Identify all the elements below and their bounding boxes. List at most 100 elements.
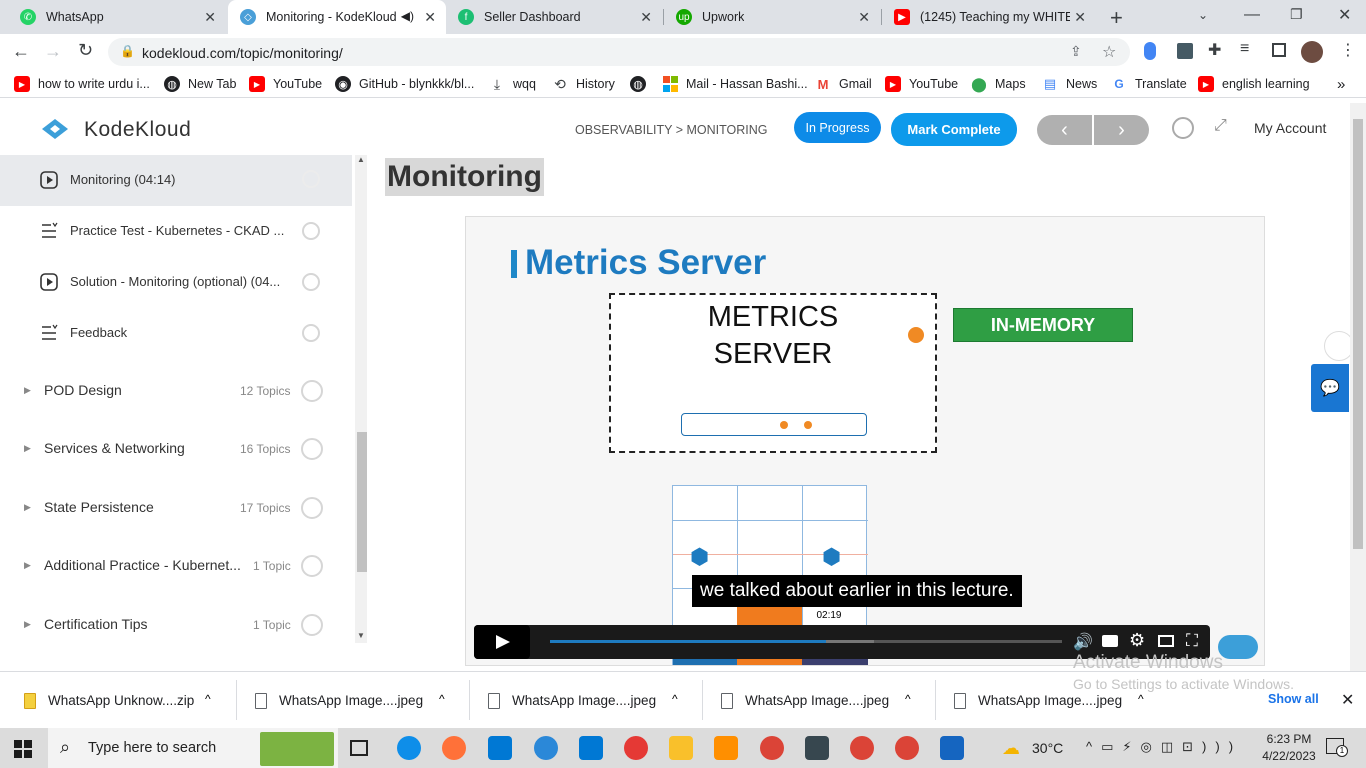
speaker-icon[interactable]: ◀) xyxy=(401,9,414,23)
lesson-status-circle[interactable] xyxy=(302,273,320,291)
lesson-item-active[interactable]: Monitoring (04:14) xyxy=(0,155,352,206)
expand-caret-icon[interactable]: ▶ xyxy=(24,619,31,630)
close-tab-icon[interactable]: ✕ xyxy=(204,9,216,26)
restore-icon[interactable]: ❐ xyxy=(1290,6,1303,23)
download-options-icon[interactable]: ^ xyxy=(905,692,911,706)
bookmark-item[interactable]: ▶ YouTube xyxy=(249,76,322,92)
windows-start-icon[interactable] xyxy=(14,740,32,758)
close-tab-icon[interactable]: ✕ xyxy=(424,9,436,26)
download-item[interactable]: WhatsApp Image....jpeg xyxy=(954,672,1122,729)
expand-caret-icon[interactable]: ▶ xyxy=(24,385,31,396)
bookmark-item[interactable]: ▶ english learning xyxy=(1198,76,1310,92)
profile-avatar[interactable] xyxy=(1301,41,1323,63)
forward-icon[interactable]: → xyxy=(44,41,62,62)
close-window-icon[interactable]: ✕ xyxy=(1338,5,1351,25)
download-item[interactable]: WhatsApp Image....jpeg xyxy=(255,672,423,729)
lesson-item[interactable]: Solution - Monitoring (optional) (04... xyxy=(0,257,352,308)
address-bar[interactable]: 🔒 kodekloud.com/topic/monitoring/ ⇪ ☆ xyxy=(108,38,1130,66)
sidebar-scrollbar-thumb[interactable] xyxy=(357,432,367,572)
download-options-icon[interactable]: ^ xyxy=(672,692,678,706)
tab-seller-dashboard[interactable]: f Seller Dashboard ✕ xyxy=(446,0,662,34)
fullscreen-icon[interactable]: ⤢ xyxy=(1214,117,1227,135)
close-tab-icon[interactable]: ✕ xyxy=(858,9,870,26)
scroll-down-icon[interactable]: ▼ xyxy=(357,631,365,640)
notification-icon[interactable]: 1 xyxy=(1326,738,1348,757)
play-button[interactable] xyxy=(474,625,530,659)
mail-icon[interactable] xyxy=(579,736,603,760)
captions-icon[interactable] xyxy=(1102,635,1118,647)
close-tab-icon[interactable]: ✕ xyxy=(1074,9,1086,26)
page-scrollbar-thumb[interactable] xyxy=(1353,119,1363,549)
expand-caret-icon[interactable]: ▶ xyxy=(24,502,31,513)
reload-icon[interactable]: ↻ xyxy=(78,40,93,61)
app-swirl-icon[interactable] xyxy=(624,736,648,760)
bookmark-item[interactable]: ▶ how to write urdu i... xyxy=(14,76,150,92)
system-tray-icons[interactable]: ^▭⚡◎◫⊡))) xyxy=(1086,739,1242,755)
section-status-circle[interactable] xyxy=(301,380,323,402)
lesson-item[interactable]: Practice Test - Kubernetes - CKAD ... xyxy=(0,206,352,257)
section-status-circle[interactable] xyxy=(301,614,323,636)
show-all-downloads-button[interactable]: Show all xyxy=(1268,692,1319,706)
taskbar-search-box[interactable]: ⌕ Type here to search xyxy=(48,728,338,768)
tab-whatsapp[interactable]: ✆ WhatsApp ✕ xyxy=(8,0,226,34)
bookmark-item[interactable]: ▤ News xyxy=(1042,76,1097,92)
progress-track[interactable] xyxy=(550,640,1062,643)
bookmark-item[interactable]: G Translate xyxy=(1111,76,1186,92)
bookmark-item[interactable]: Mail - Hassan Bashi... xyxy=(662,76,808,92)
edge-icon[interactable] xyxy=(397,736,421,760)
tab-youtube[interactable]: ▶ (1245) Teaching my WHITE fr ✕ xyxy=(882,0,1096,34)
chrome-icon[interactable] xyxy=(760,736,784,760)
fullscreen-video-icon[interactable]: ⛶ xyxy=(1186,631,1198,651)
back-icon[interactable]: ← xyxy=(12,41,30,62)
section-status-circle[interactable] xyxy=(301,497,323,519)
obs-icon[interactable] xyxy=(805,736,829,760)
page-scrollbar[interactable] xyxy=(1350,103,1366,671)
share-icon[interactable]: ⇪ xyxy=(1070,43,1082,60)
temperature[interactable]: 30°C xyxy=(1032,740,1063,756)
lesson-status-circle[interactable] xyxy=(302,222,320,240)
close-downloads-icon[interactable]: ✕ xyxy=(1341,690,1354,710)
download-options-icon[interactable]: ^ xyxy=(439,692,445,706)
expand-caret-icon[interactable]: ▶ xyxy=(24,443,31,454)
microphone-icon[interactable] xyxy=(1144,42,1156,60)
skype-icon[interactable] xyxy=(534,736,558,760)
firefox-icon[interactable] xyxy=(442,736,466,760)
bookmark-item[interactable]: ▶ YouTube xyxy=(885,76,958,92)
bookmark-item[interactable]: ⬤ Maps xyxy=(971,76,1025,92)
bookmark-item[interactable]: ⤓ wqq xyxy=(489,76,536,92)
my-account-link[interactable]: My Account xyxy=(1254,120,1326,136)
photos-icon[interactable] xyxy=(940,736,964,760)
bookmark-item[interactable]: M Gmail xyxy=(815,76,872,92)
side-panel-icon[interactable] xyxy=(1272,43,1286,57)
extension-pocket-icon[interactable] xyxy=(1177,43,1193,59)
bookmark-item[interactable]: ◉ GitHub - blynkkk/bl... xyxy=(335,76,474,92)
mark-complete-button[interactable]: Mark Complete xyxy=(891,113,1017,146)
section-status-circle[interactable] xyxy=(301,555,323,577)
download-item[interactable]: WhatsApp Unknow....zip xyxy=(24,672,194,729)
download-options-icon[interactable]: ^ xyxy=(1138,692,1144,706)
chat-icon[interactable]: 💬 xyxy=(1311,364,1349,412)
scroll-up-icon[interactable]: ▲ xyxy=(357,155,365,164)
download-options-icon[interactable]: ^ xyxy=(205,692,211,706)
new-tab-button[interactable]: + xyxy=(1110,5,1123,31)
clock-time[interactable]: 6:23 PM xyxy=(1259,732,1319,746)
media-control-icon[interactable]: ≡ xyxy=(1240,40,1249,58)
dark-mode-icon[interactable] xyxy=(1172,117,1194,139)
bookmark-item[interactable]: ⟲ History xyxy=(552,76,615,92)
lesson-status-circle[interactable] xyxy=(302,170,320,188)
kodekloud-logo-icon[interactable] xyxy=(36,117,74,141)
volume-icon[interactable]: 🔊 xyxy=(1073,632,1093,652)
task-view-icon[interactable] xyxy=(350,740,368,756)
menu-dots-icon[interactable]: ⋮ xyxy=(1340,40,1356,60)
bookmark-item[interactable]: ◍ New Tab xyxy=(164,76,236,92)
tab-search-icon[interactable]: ⌄ xyxy=(1198,8,1208,22)
lesson-item[interactable]: Feedback xyxy=(0,308,352,359)
sidebar-scrollbar[interactable]: ▲ ▼ xyxy=(355,155,367,643)
weather-icon[interactable]: ☁ xyxy=(1002,738,1020,759)
bookmark-item[interactable]: ◍ xyxy=(630,76,654,92)
next-lesson-button[interactable]: › xyxy=(1094,115,1149,145)
close-tab-icon[interactable]: ✕ xyxy=(640,9,652,26)
video-player[interactable]: Metrics Server METRICS SERVER IN-MEMORY … xyxy=(465,216,1265,666)
previous-lesson-button[interactable]: ‹ xyxy=(1037,115,1092,145)
expand-caret-icon[interactable]: ▶ xyxy=(24,560,31,571)
